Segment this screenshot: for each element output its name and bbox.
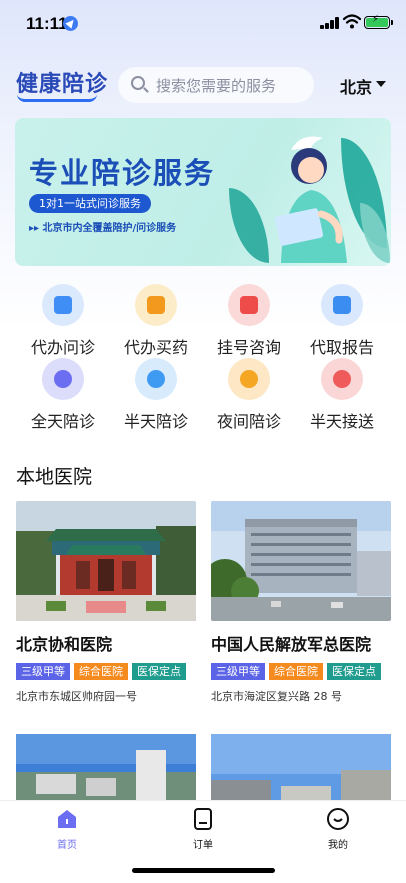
banner-subtitle: 北京市内全覆盖陪护/问诊服务 — [29, 219, 177, 234]
search-input[interactable]: 搜索您需要的服务 — [118, 67, 314, 103]
service-label: 代取报告 — [309, 338, 374, 357]
hospital-tags: 三级甲等 综合医院 医保定点 — [16, 663, 196, 680]
half-sun-icon — [135, 358, 177, 400]
service-label: 代办买药 — [123, 338, 188, 357]
section-title-local-hospitals: 本地医院 — [16, 466, 93, 488]
person-icon — [321, 358, 363, 400]
service-item[interactable]: 夜间陪诊 — [209, 358, 289, 432]
status-bar: 11:11 — [0, 0, 406, 50]
chat-icon — [42, 284, 84, 326]
service-label: 半天接送 — [309, 412, 374, 431]
tag-level: 三级甲等 — [211, 663, 265, 680]
hospital-photo[interactable] — [211, 734, 391, 804]
service-label: 挂号咨询 — [216, 338, 281, 357]
cellular-signal-icon — [320, 17, 340, 29]
city-selector[interactable]: 北京 — [340, 74, 372, 98]
calendar-icon — [228, 284, 270, 326]
hospital-photo — [16, 501, 196, 621]
order-icon — [191, 807, 215, 831]
service-item[interactable]: 半天接送 — [302, 358, 382, 432]
tab-orders-label: 订单 — [193, 840, 213, 851]
medicine-icon — [135, 284, 177, 326]
promo-banner[interactable]: 专业陪诊服务 1对1一站式问诊服务 北京市内全覆盖陪护/问诊服务 — [15, 118, 391, 266]
search-icon — [130, 75, 150, 95]
location-arrow-icon — [63, 16, 78, 31]
tag-insurance: 医保定点 — [132, 663, 186, 680]
tab-profile[interactable]: 我的 — [308, 807, 368, 851]
home-indicator — [132, 868, 275, 873]
hospital-name: 北京协和医院 — [16, 635, 113, 654]
hospital-photo — [211, 501, 391, 621]
banner-pill: 1对1一站式问诊服务 — [29, 194, 151, 213]
smile-icon — [326, 807, 350, 831]
hospital-card[interactable]: 北京协和医院 三级甲等 综合医院 医保定点 北京市东城区帅府园一号 — [16, 501, 196, 704]
service-label: 全天陪诊 — [30, 412, 95, 431]
service-item[interactable]: 代取报告 — [302, 284, 382, 358]
hospital-address: 北京市东城区帅府园一号 — [16, 690, 137, 703]
service-label: 半天陪诊 — [123, 412, 188, 431]
search-placeholder: 搜索您需要的服务 — [156, 76, 277, 95]
service-label: 夜间陪诊 — [216, 412, 281, 431]
tag-type: 综合医院 — [74, 663, 128, 680]
hospital-photo[interactable] — [16, 734, 196, 804]
status-time: 11:11 — [26, 14, 68, 33]
tag-type: 综合医院 — [269, 663, 323, 680]
service-item[interactable]: 代办问诊 — [23, 284, 103, 358]
tab-orders[interactable]: 订单 — [173, 807, 233, 851]
sun-icon — [42, 358, 84, 400]
moon-icon — [228, 358, 270, 400]
tab-profile-label: 我的 — [328, 840, 348, 851]
hospital-tags: 三级甲等 综合医院 医保定点 — [211, 663, 391, 680]
chevron-down-icon[interactable] — [376, 81, 386, 87]
hospital-card[interactable]: 中国人民解放军总医院 三级甲等 综合医院 医保定点 北京市海淀区复兴路 28 号 — [211, 501, 391, 704]
tab-home-label: 首页 — [57, 840, 77, 851]
home-icon — [55, 807, 79, 831]
service-item[interactable]: 挂号咨询 — [209, 284, 289, 358]
title-underline — [17, 94, 97, 102]
service-item[interactable]: 全天陪诊 — [23, 358, 103, 432]
hospital-name: 中国人民解放军总医院 — [211, 635, 372, 654]
service-item[interactable]: 半天陪诊 — [116, 358, 196, 432]
tab-home[interactable]: 首页 — [37, 807, 97, 851]
battery-icon — [364, 14, 390, 29]
wifi-icon — [343, 14, 361, 29]
report-icon — [321, 284, 363, 326]
tag-insurance: 医保定点 — [327, 663, 381, 680]
service-label: 代办问诊 — [30, 338, 95, 357]
service-item[interactable]: 代办买药 — [116, 284, 196, 358]
hospital-address: 北京市海淀区复兴路 28 号 — [211, 690, 342, 703]
nurse-illustration — [274, 136, 347, 263]
tag-level: 三级甲等 — [16, 663, 70, 680]
banner-title: 专业陪诊服务 — [29, 156, 216, 190]
